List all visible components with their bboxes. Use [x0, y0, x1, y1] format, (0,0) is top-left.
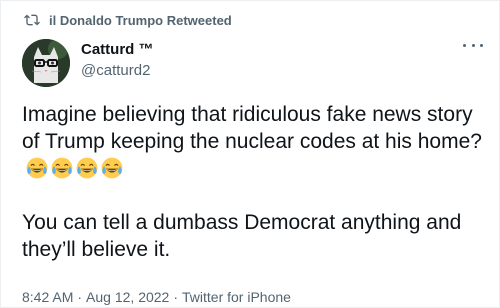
display-name[interactable]: Catturd ™ — [81, 41, 154, 59]
more-options-icon[interactable] — [463, 39, 483, 51]
face-with-tears-of-joy-icon — [101, 157, 123, 179]
face-with-tears-of-joy-icon — [51, 157, 73, 179]
tweet-paragraph-1-text: Imagine believing that ridiculous fake n… — [22, 103, 482, 153]
avatar[interactable] — [22, 39, 70, 87]
tweet-meta: 8:42 AM · Aug 12, 2022 · Twitter for iPh… — [22, 289, 291, 305]
tweet-time[interactable]: 8:42 AM — [22, 289, 73, 305]
tweet-paragraph-1: Imagine believing that ridiculous fake n… — [22, 101, 487, 182]
tweet-date[interactable]: Aug 12, 2022 — [86, 289, 169, 305]
cat-avatar-icon — [22, 39, 70, 87]
retweet-icon — [24, 14, 40, 26]
tweet-card: il Donaldo Trumpo Retweeted Catturd ™ @c… — [0, 0, 500, 308]
face-with-tears-of-joy-icon — [76, 157, 98, 179]
retweet-indicator[interactable]: il Donaldo Trumpo Retweeted — [23, 12, 232, 28]
author-block[interactable]: Catturd ™ @catturd2 — [81, 41, 154, 81]
retweet-label: il Donaldo Trumpo Retweeted — [49, 12, 232, 28]
face-with-tears-of-joy-icon — [26, 157, 48, 179]
emoji-row — [26, 157, 123, 179]
tweet-source[interactable]: Twitter for iPhone — [182, 289, 291, 305]
tweet-paragraph-2: You can tell a dumbass Democrat anything… — [22, 211, 462, 261]
meta-separator-2: · — [173, 289, 179, 305]
handle[interactable]: @catturd2 — [81, 61, 154, 81]
meta-separator-1: · — [77, 289, 83, 305]
tweet-text: Imagine believing that ridiculous fake n… — [22, 101, 487, 263]
